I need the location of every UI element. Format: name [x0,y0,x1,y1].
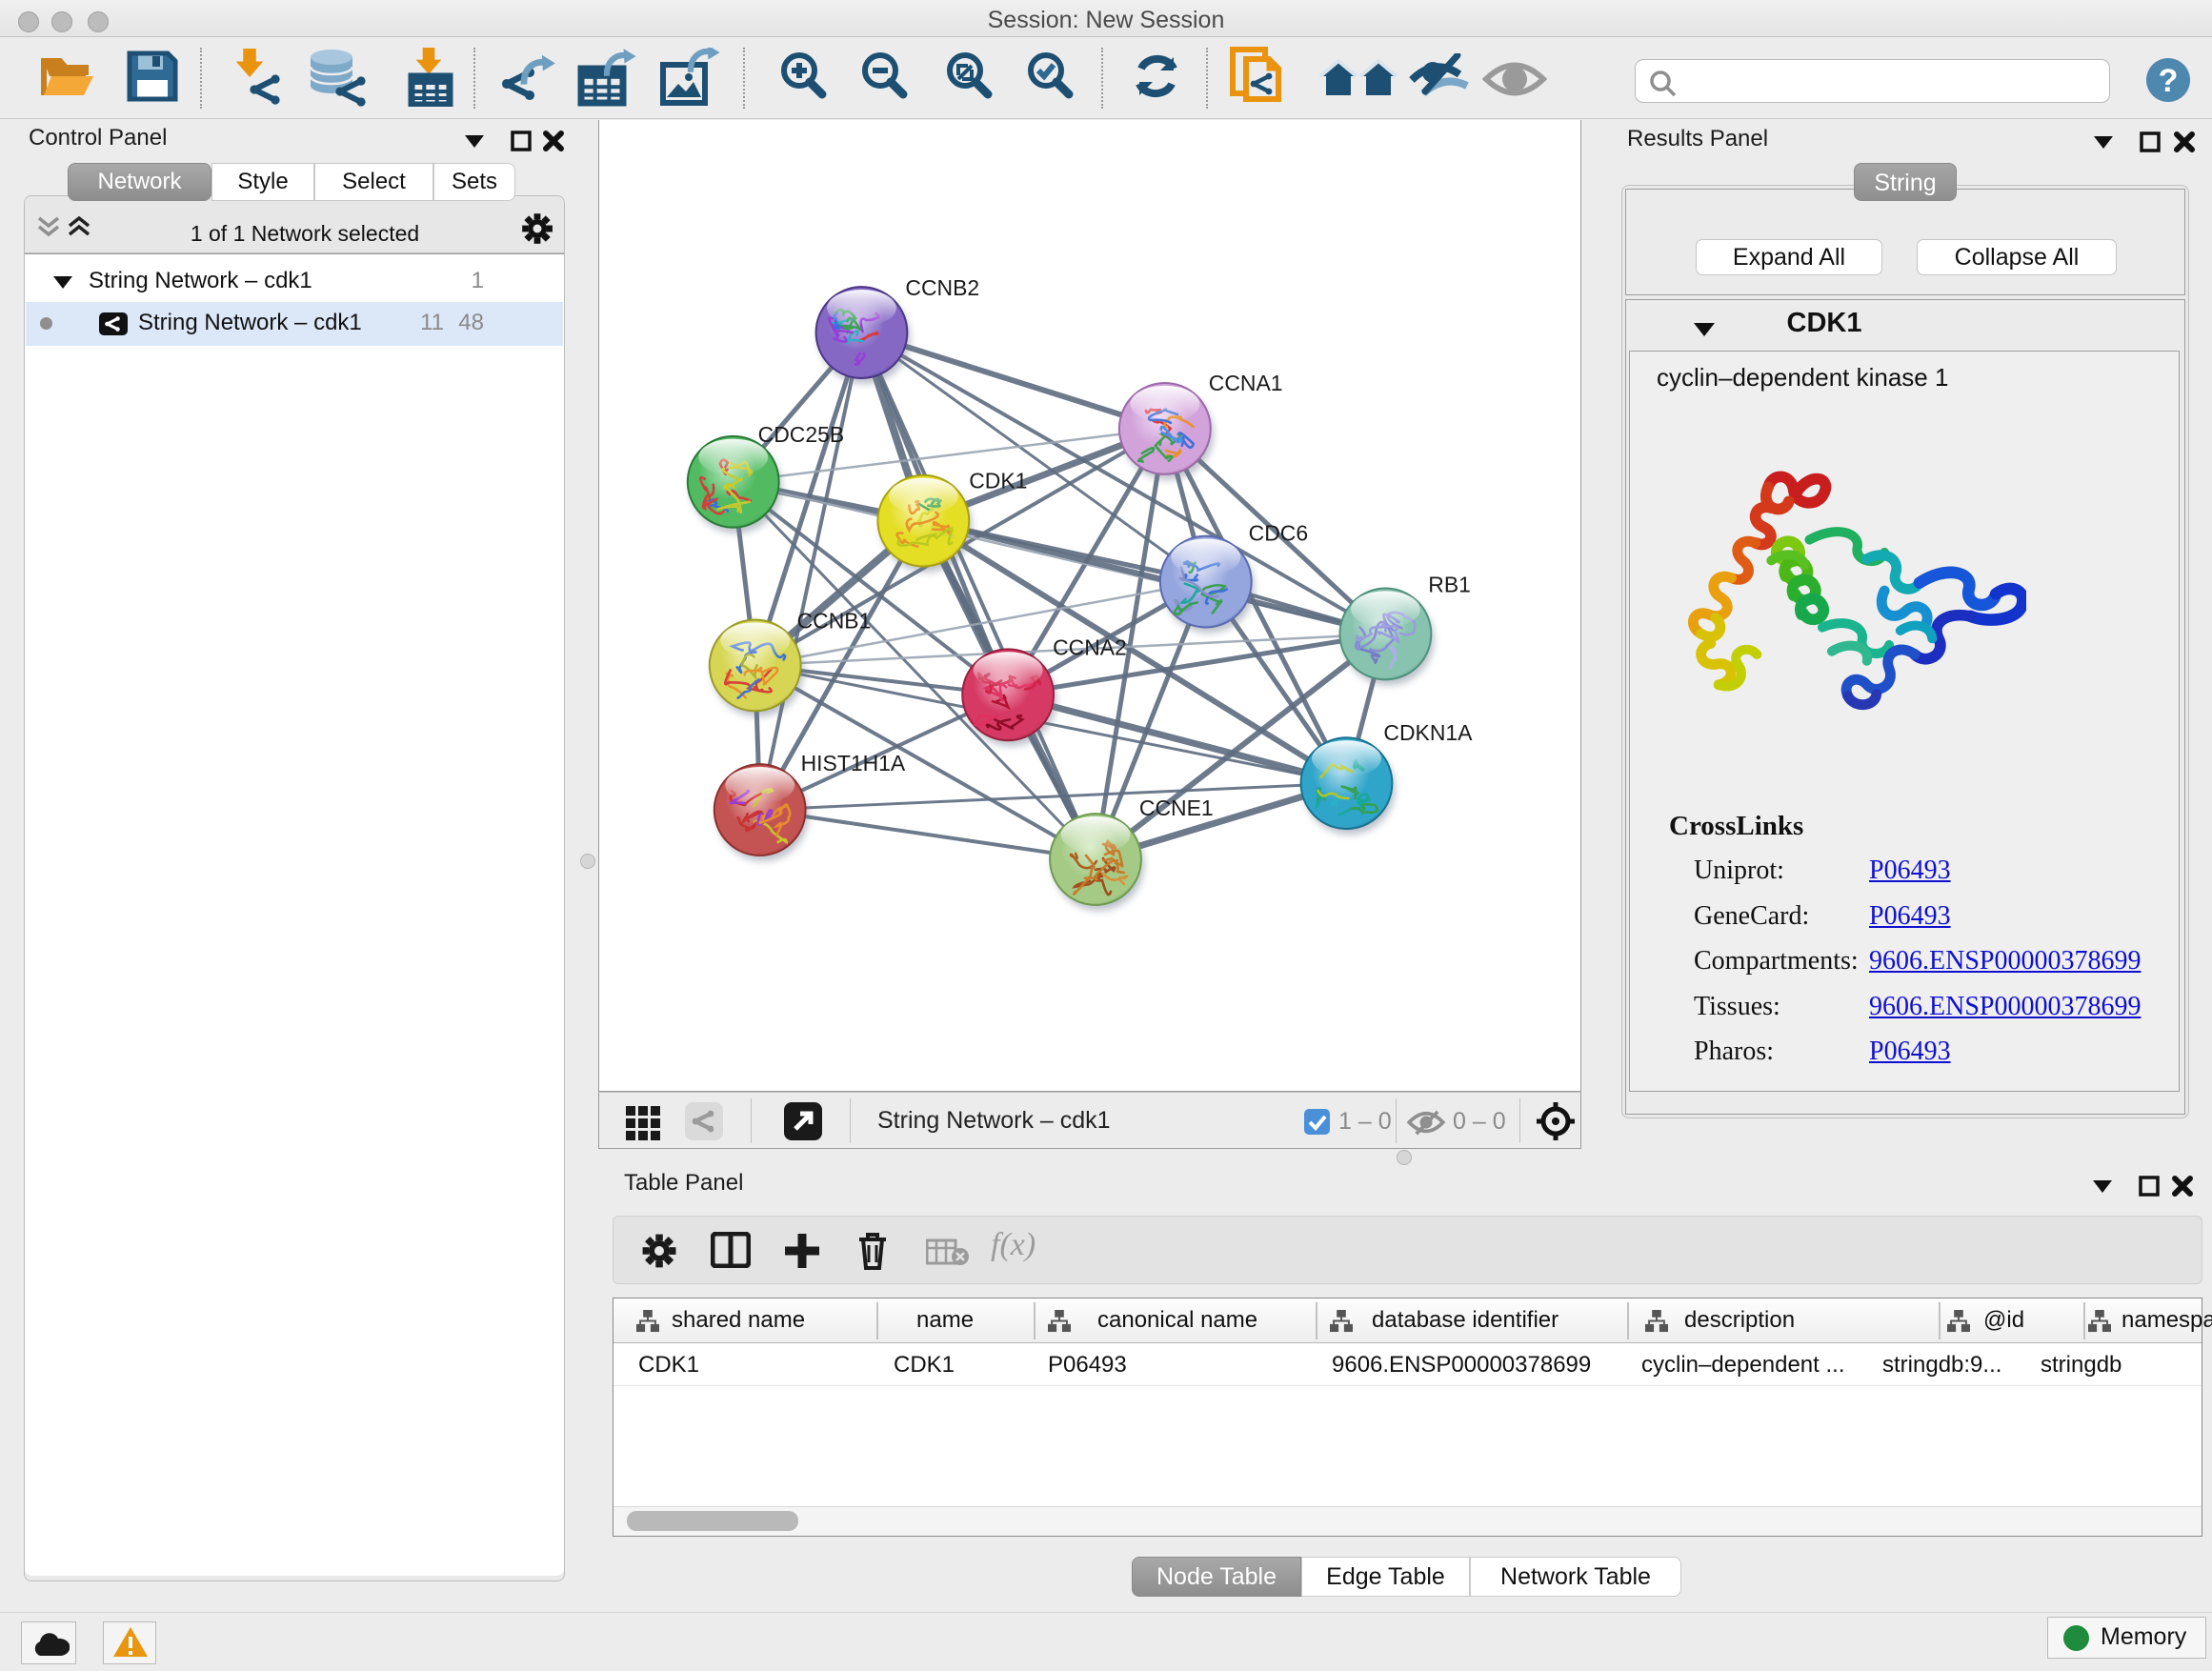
svg-text:CCNB1: CCNB1 [797,608,872,633]
svg-text:CDKN1A: CDKN1A [1383,720,1473,745]
svg-text:RB1: RB1 [1428,573,1471,597]
svg-text:CDK1: CDK1 [969,469,1027,493]
svg-text:CDC6: CDC6 [1249,521,1308,546]
svg-text:CCNE1: CCNE1 [1139,795,1214,820]
svg-text:HIST1H1A: HIST1H1A [801,751,906,775]
svg-text:CCNA2: CCNA2 [1053,634,1127,659]
svg-text:CDC25B: CDC25B [758,422,845,447]
svg-text:CCNA1: CCNA1 [1209,371,1283,395]
svg-text:CCNB2: CCNB2 [905,275,979,300]
svg-text:?: ? [2159,63,2179,99]
